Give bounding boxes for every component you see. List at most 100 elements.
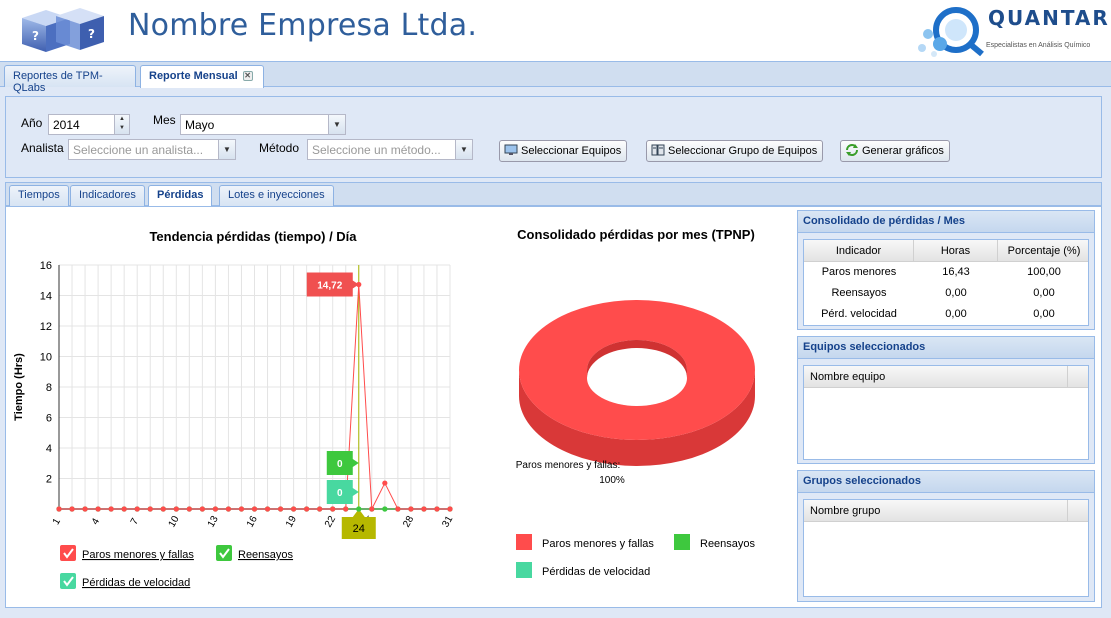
- equipos-grid: Nombre equipo: [803, 365, 1089, 460]
- perdidas-content: Tendencia pérdidas (tiempo) / Día Tiempo …: [5, 206, 1102, 608]
- checkbox-icon: [216, 545, 232, 561]
- y-tick-label: 4: [46, 443, 52, 455]
- chevron-down-icon[interactable]: ▼: [455, 140, 472, 159]
- column-header[interactable]: Porcentaje (%): [998, 240, 1090, 262]
- table-row[interactable]: Reensayos 0,00 0,00: [804, 283, 1088, 304]
- legend-item[interactable]: Reensayos: [674, 534, 756, 550]
- checkbox-icon: [60, 545, 76, 561]
- data-point: [121, 506, 127, 512]
- method-select[interactable]: Seleccione un método... ▼: [307, 139, 473, 160]
- legend-label: Paros menores y fallas: [542, 538, 654, 550]
- data-point: [408, 506, 414, 512]
- table-cell: 100,00: [1027, 266, 1061, 278]
- tab-indicadores[interactable]: Indicadores: [70, 185, 145, 206]
- monthly-loss-donut-chart: Consolidado pérdidas por mes (TPNP) Paros…: [516, 227, 756, 578]
- select-group-button[interactable]: Seleccionar Grupo de Equipos: [646, 140, 824, 162]
- method-placeholder: Seleccione un método...: [312, 143, 441, 157]
- table-cell: Paros menores: [821, 266, 897, 278]
- legend-label: Pérdidas de velocidad: [82, 577, 190, 589]
- x-tick-label: 13: [206, 514, 221, 530]
- column-header[interactable]: Nombre equipo: [804, 366, 1068, 388]
- year-value: 2014: [53, 118, 80, 132]
- legend-item[interactable]: Pérdidas de velocidad: [60, 573, 190, 589]
- close-icon[interactable]: ✕: [242, 71, 253, 81]
- generate-charts-button[interactable]: Generar gráficos: [840, 140, 950, 162]
- panel-title: Equipos seleccionados: [798, 337, 1094, 359]
- company-title: Nombre Empresa Ltda.: [128, 8, 478, 43]
- select-equipment-button[interactable]: Seleccionar Equipos: [499, 140, 628, 162]
- legend-item[interactable]: Paros menores y fallas: [60, 545, 194, 561]
- year-spinner[interactable]: 2014 ▲ ▼: [48, 114, 130, 135]
- server-group-icon: [651, 144, 665, 156]
- data-point: [369, 506, 375, 512]
- data-point: [421, 506, 427, 512]
- tab-label: Pérdidas: [157, 189, 204, 201]
- table-cell: 0,00: [945, 308, 967, 320]
- table-row[interactable]: Pérd. velocidad 0,00 0,00: [804, 304, 1088, 325]
- legend-item[interactable]: Paros menores y fallas: [516, 534, 654, 550]
- tab-label: Reportes de TPM-QLabs: [13, 70, 103, 94]
- data-tooltip-box: [326, 451, 359, 475]
- grupos-grid: Nombre grupo: [803, 499, 1089, 597]
- table-cell: 0,00: [1033, 308, 1055, 320]
- data-point: [291, 506, 297, 512]
- month-label: Mes: [153, 113, 176, 127]
- button-label: Generar gráficos: [862, 145, 944, 157]
- svg-text:?: ?: [88, 27, 95, 41]
- x-tick-label: 31: [440, 514, 455, 530]
- month-select[interactable]: Mayo ▼: [180, 114, 346, 135]
- company-logo-cubes: ? ?: [22, 8, 104, 52]
- data-point: [147, 506, 153, 512]
- data-tooltip-label: 0: [337, 459, 343, 470]
- x-tick-label: 10: [167, 514, 182, 530]
- legend-item[interactable]: Pérdidas de velocidad: [516, 562, 650, 578]
- data-point: [225, 506, 232, 512]
- data-point: [304, 506, 310, 512]
- grid-header: Nombre equipo: [804, 366, 1088, 388]
- main-tab-strip: Reportes de TPM-QLabs Reporte Mensual ✕: [0, 62, 1111, 94]
- chart-title: Tendencia pérdidas (tiempo) / Día: [149, 229, 357, 244]
- analyst-label: Analista: [21, 141, 64, 155]
- equipos-panel: Equipos seleccionados Nombre equipo: [797, 336, 1095, 464]
- data-point: [395, 506, 401, 512]
- x-tick-label: 28: [401, 514, 416, 530]
- spinner-arrows-icon[interactable]: ▲ ▼: [114, 115, 129, 134]
- legend-swatch: [516, 562, 532, 578]
- year-label: Año: [21, 116, 43, 130]
- button-label: Seleccionar Equipos: [521, 145, 622, 157]
- y-tick-label: 14: [40, 291, 52, 303]
- column-header[interactable]: Nombre grupo: [804, 500, 1068, 522]
- pie-slice-label: Paros menores y fallas:: [516, 460, 621, 471]
- panel-title: Grupos seleccionados: [798, 471, 1094, 493]
- tab-tiempos[interactable]: Tiempos: [9, 185, 69, 206]
- data-point: [330, 506, 336, 512]
- data-point: [56, 506, 62, 512]
- tab-label: Lotes e inyecciones: [228, 189, 325, 201]
- analyst-select[interactable]: Seleccione un analista... ▼: [68, 139, 236, 160]
- legend-item[interactable]: Reensayos: [216, 545, 294, 561]
- legend-swatch: [674, 534, 690, 550]
- column-header[interactable]: Indicador: [804, 240, 914, 262]
- tab-lotes-inyecciones[interactable]: Lotes e inyecciones: [219, 185, 334, 206]
- data-point: [356, 506, 362, 512]
- data-point: [317, 506, 323, 512]
- chevron-down-icon[interactable]: ▼: [328, 115, 345, 134]
- brand-tagline: Especialistas en Análisis Químico: [986, 42, 1091, 49]
- tab-reporte-mensual[interactable]: Reporte Mensual ✕: [140, 65, 264, 88]
- tab-perdidas[interactable]: Pérdidas: [148, 185, 213, 206]
- data-point: [251, 506, 258, 512]
- grid-header: Nombre grupo: [804, 500, 1088, 522]
- data-point: [69, 506, 75, 512]
- table-cell: 0,00: [945, 287, 967, 299]
- tab-reportes-tpm[interactable]: Reportes de TPM-QLabs: [4, 65, 136, 94]
- data-point: [186, 506, 192, 512]
- data-point: [447, 506, 453, 512]
- monitor-icon: [504, 144, 518, 155]
- legend-label: Paros menores y fallas: [82, 549, 194, 561]
- x-tick-label: 1: [51, 516, 64, 527]
- data-point: [277, 506, 284, 512]
- data-tooltip-label: 14,72: [317, 281, 342, 292]
- table-row[interactable]: Paros menores 16,43 100,00: [804, 262, 1088, 283]
- column-header[interactable]: Horas: [914, 240, 998, 262]
- chevron-down-icon[interactable]: ▼: [218, 140, 235, 159]
